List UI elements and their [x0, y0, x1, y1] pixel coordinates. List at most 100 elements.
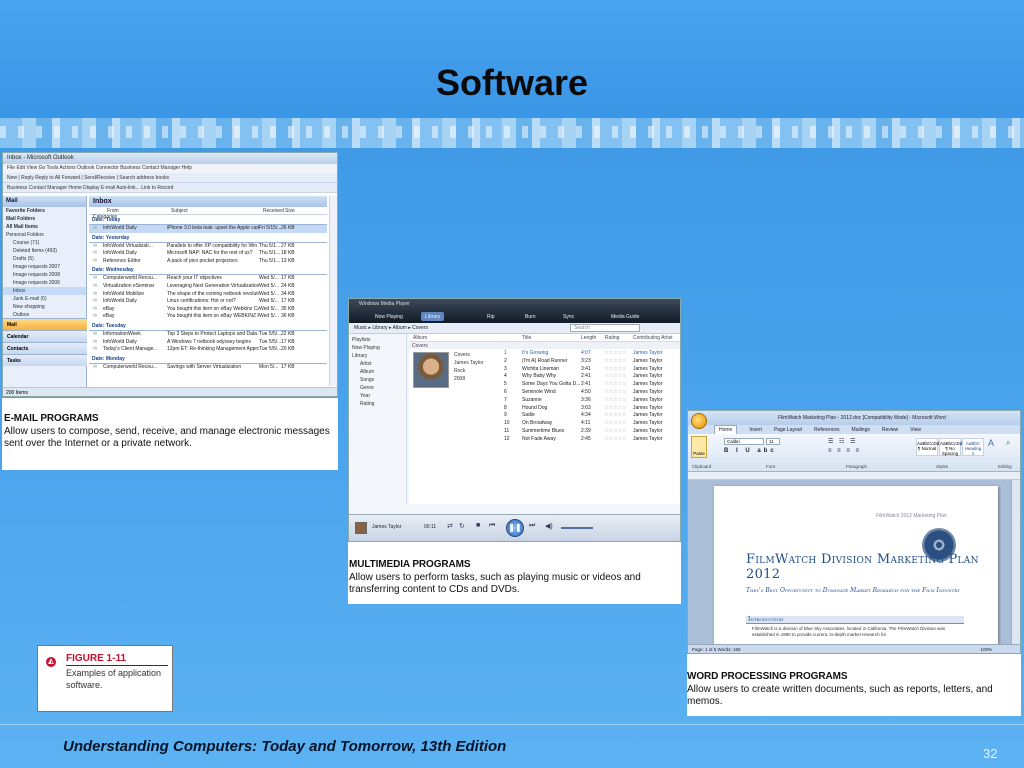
ribbon-tab: Review: [881, 427, 899, 433]
track-length: 4:11: [581, 420, 591, 427]
table-row: ✉ eBay You bought this item on eBay WEBKIN…: [89, 313, 327, 321]
track-artist: James Taylor: [633, 412, 663, 419]
track-artist: James Taylor: [633, 350, 663, 356]
office-button-icon: [691, 413, 707, 429]
editing-icon: ⌕: [1006, 438, 1011, 447]
table-cell: 17 KB: [281, 338, 295, 345]
track-title: Seminole Wind: [522, 389, 556, 395]
table-row: ✉ InfoWorld Daily A Windows 7 netbook odys…: [89, 339, 327, 347]
track-title: (I'm A) Road Runner: [522, 357, 568, 364]
table-cell: iPhone 3.0 beta leak: upset the Apple ca…: [167, 225, 259, 231]
word-ruler: [688, 472, 1020, 480]
wmp-tab-rip: Rip: [487, 314, 495, 320]
library-tree-item: Genre: [360, 385, 374, 391]
track-length: 3:36: [581, 396, 591, 403]
style-no-spacing-label: ¶ No Spacing: [941, 446, 959, 456]
word-document-area: FilmWatch 2012 Marketing Plan FilmWatch …: [688, 480, 1020, 651]
folder-item: Personal Folders: [6, 232, 44, 238]
library-tree-item: Library: [352, 353, 368, 359]
track-artist: James Taylor: [633, 420, 663, 427]
word-ribbon-tabs: Home Insert Page Layout References Mailings R…: [688, 425, 1020, 435]
outlook-scrollbar: [329, 196, 337, 386]
ribbon-tab: Mailings: [851, 427, 870, 433]
folder-item: Junk E-mail (5): [13, 296, 47, 302]
table-cell: Wed 5/...: [259, 290, 279, 297]
table-cell: 22 KB: [281, 330, 295, 337]
list-icons: ☰ ☷ ☰: [828, 439, 858, 445]
folder-item: New shopping: [13, 304, 45, 310]
track-number: 1: [504, 350, 507, 356]
track-length: 2:41: [581, 373, 591, 380]
mail-icon: ✉: [93, 275, 98, 282]
table-cell: 35 KB: [281, 305, 295, 312]
library-tree-item: Songs: [360, 377, 375, 383]
volume-icon: ◀): [545, 523, 553, 530]
table-cell: Top 3 Steps to Protect Laptops and Data …: [167, 330, 259, 337]
date-group-header: Date: Wednesday: [89, 266, 327, 276]
table-cell: Wed 5/...: [259, 275, 279, 282]
rating-stars-icon: ☆☆☆☆☆: [604, 373, 627, 380]
table-cell: Tue 5/5/...: [259, 346, 281, 353]
group-clipboard: Clipboard: [692, 464, 712, 469]
rating-stars-icon: ☆☆☆☆☆: [604, 350, 627, 356]
style-heading-1: AaBbC Heading 1: [962, 438, 984, 456]
folder-item: Course (71): [13, 240, 40, 246]
word-scrollbar: [1011, 480, 1020, 646]
word-page: FilmWatch 2012 Marketing Plan FilmWatch …: [714, 486, 998, 651]
track-artist: James Taylor: [633, 365, 663, 372]
track-artist: James Taylor: [633, 428, 663, 434]
table-cell: InfoWorld Daily: [103, 250, 137, 257]
font-size-box: 11: [766, 438, 780, 445]
track-number: 10: [504, 420, 510, 427]
wmp-title: Windows Media Player: [359, 301, 410, 307]
date-group-header: Date: Yesterday: [89, 234, 327, 243]
table-cell: 27 KB: [281, 242, 295, 249]
message-rows: Date: Today ✉ InfoWorld Daily iPhone 3.0 be…: [89, 216, 327, 371]
track-number: 6: [504, 389, 507, 395]
multimedia-description: Allow users to perform tasks, such as pl…: [349, 572, 641, 595]
table-cell: 17 KB: [281, 298, 295, 305]
table-row: ✉ Computerworld Recou... Reach your IT obj…: [89, 275, 327, 283]
table-cell: Thu 5/1...: [259, 250, 281, 257]
track-row: 2 (I'm A) Road Runner 3:23 ☆☆☆☆☆ James Taylo…: [504, 357, 680, 366]
wmp-breadcrumb: Music ▸ Library ▸ Album ▸ Covers: [354, 325, 428, 331]
table-cell: A Windows 7 netbook odyssey begins: [167, 338, 251, 345]
folder-item: Mail Folders: [6, 216, 36, 222]
date-group-header: Date: Tuesday: [89, 322, 327, 331]
rating-stars-icon: ☆☆☆☆☆: [604, 404, 627, 411]
ribbon-tab: References: [813, 427, 840, 433]
rating-stars-icon: ☆☆☆☆☆: [604, 381, 627, 388]
document-subtitle: They's Best Opportunity to Dominate Mark…: [746, 587, 960, 594]
inbox-title: Inbox: [93, 198, 112, 205]
folder-item: Image requests 2006: [13, 280, 60, 286]
wmp-search-box: Search: [570, 324, 640, 332]
track-number: 4: [504, 373, 507, 380]
wmp-tab-media-guide: Media Guide: [611, 314, 640, 320]
word-screenshot: FilmWatch Marketing Plan - 2012.doc [Com…: [687, 410, 1021, 654]
track-title: Sadie: [522, 412, 535, 419]
volume-slider: [561, 527, 593, 529]
table-row: ✉ Today's Client Manage... 12pm ET: Re-thi…: [89, 346, 327, 354]
outlook-navigation-pane: Mail Favorite Folders Mail Folders All Mai…: [3, 196, 87, 396]
wmp-library-tree: Playlists Now Playing Library Artist Album So…: [349, 334, 407, 504]
wmp-col-rating: Rating: [605, 335, 620, 341]
folder-item: Inbox: [3, 287, 86, 295]
table-cell: Reference Editor: [103, 257, 141, 264]
track-number: 3: [504, 365, 507, 372]
wmp-tab-library: Library: [421, 312, 445, 321]
track-title: Hound Dog: [522, 404, 548, 411]
table-cell: You bought this item on eBay Webkinz Cam…: [167, 305, 259, 312]
track-row: 6 Seminole Wind 4:50 ☆☆☆☆☆ James Taylor: [504, 389, 680, 397]
table-row: ✉ InfoWorld Mobilize The shape of the comi…: [89, 291, 327, 299]
table-cell: Today's Client Manage...: [103, 346, 158, 353]
track-title: It's Growing: [522, 350, 549, 356]
table-cell: Savings with Server Virtualization: [167, 363, 242, 370]
track-length: 2:41: [581, 381, 591, 388]
nav-button-tasks: Tasks: [3, 354, 87, 366]
track-length: 2:45: [581, 435, 591, 442]
table-cell: 36 KB: [281, 313, 295, 320]
table-cell: 20 KB: [281, 346, 295, 353]
styles-gallery: AaBbCcDd ¶ Normal AaBbCcDd ¶ No Spacing Aa…: [916, 438, 986, 456]
outlook-status-bar: 200 Items: [3, 387, 337, 396]
mail-icon: ✉: [93, 346, 98, 353]
